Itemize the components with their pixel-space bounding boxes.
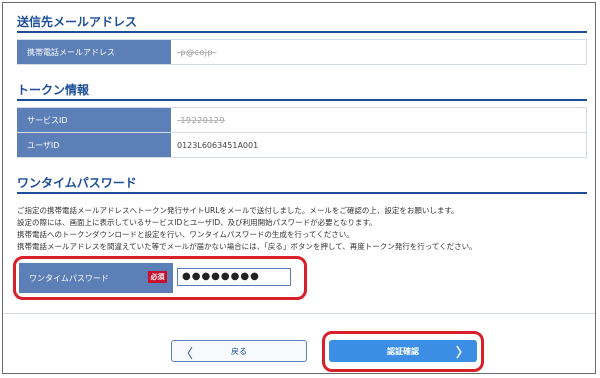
email-label: 携帯電話メールアドレス <box>17 40 171 64</box>
table-row: 携帯電話メールアドレス -p@cojp- <box>17 39 587 65</box>
user-id-label: ユーザID <box>17 133 171 157</box>
otp-password-input[interactable]: ●●●●●●●● <box>177 268 291 286</box>
chevron-right-icon: 〉 <box>455 346 469 361</box>
confirm-button[interactable]: 認証確認 〉 <box>329 340 477 362</box>
notice-line: ご指定の携帯電話メールアドレスへトークン発行サイトURLをメールで送付しました。… <box>17 206 459 215</box>
notice-line: 携帯電話へのトークンダウンロードと設定を行い、ワンタイムパスワードの生成を行って… <box>17 230 354 239</box>
otp-notice: ご指定の携帯電話メールアドレスへトークン発行サイトURLをメールで送付しました。… <box>17 205 589 253</box>
user-id-value: 0123L6063451A001 <box>171 133 587 157</box>
footer-divider <box>3 313 595 314</box>
otp-section-rule <box>17 192 587 194</box>
email-section-rule <box>17 31 587 33</box>
back-button[interactable]: 〈 戻る <box>171 340 307 362</box>
confirm-button-label: 認証確認 <box>387 346 419 356</box>
token-section-title: トークン情報 <box>17 83 90 97</box>
token-table: サービスID -19220129 ユーザID 0123L6063451A001 <box>17 107 587 158</box>
service-id-value: -19220129 <box>171 108 587 132</box>
page-frame: 送信先メールアドレス 携帯電話メールアドレス -p@cojp- トークン情報 サ… <box>2 2 596 374</box>
email-value: -p@cojp- <box>171 40 587 64</box>
email-section-title: 送信先メールアドレス <box>17 15 138 29</box>
notice-line: 設定の際には、画面上に表示しているサービスIDとユーザID、及び利用開始パスワー… <box>17 218 377 227</box>
chevron-left-icon: 〈 <box>180 347 194 362</box>
otp-section-title: ワンタイムパスワード <box>17 176 137 190</box>
email-table: 携帯電話メールアドレス -p@cojp- <box>17 39 587 65</box>
required-badge: 必須 <box>148 271 167 283</box>
table-row: ユーザID 0123L6063451A001 <box>17 133 587 158</box>
back-button-label: 戻る <box>231 346 247 356</box>
table-row: サービスID -19220129 <box>17 107 587 133</box>
service-id-label: サービスID <box>17 108 171 132</box>
token-section-rule <box>17 99 587 101</box>
notice-line: 携帯電話メールアドレスを間違えていた等でメールが届かない場合には、「戻る」ボタン… <box>17 242 477 251</box>
